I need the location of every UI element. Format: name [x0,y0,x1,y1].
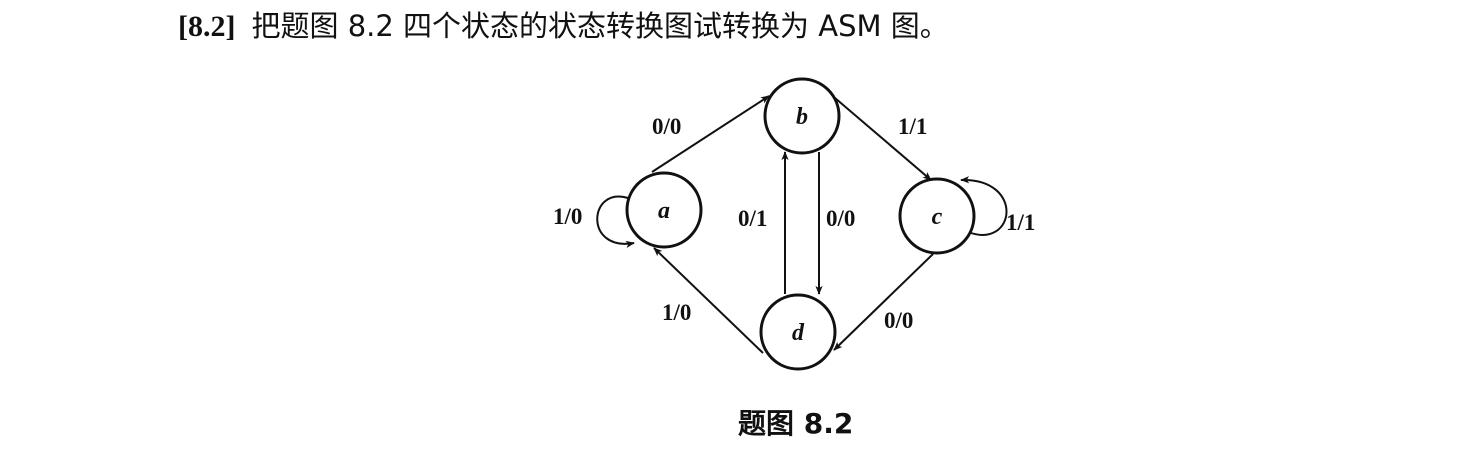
state-b-label: b [796,104,808,130]
label-d-to-b: 0/1 [738,206,767,231]
label-a-to-b: 0/0 [652,114,681,139]
edge-c-to-d [833,253,934,351]
label-d-to-a: 1/0 [662,300,691,325]
state-d-label: d [792,320,805,346]
state-a-label: a [658,198,670,224]
state-b: b [763,77,841,155]
state-c: c [898,177,976,255]
label-c-self: 1/1 [1006,210,1035,235]
edge-b-to-c [834,97,932,181]
label-b-to-d: 0/0 [826,206,855,231]
state-c-label: c [932,204,943,230]
label-a-self: 1/0 [553,204,582,229]
label-b-to-c: 1/1 [898,114,927,139]
state-a: a [625,171,703,249]
figure-caption: 题图 8.2 [738,407,854,440]
label-c-to-d: 0/0 [884,308,913,333]
state-d: d [759,293,837,371]
